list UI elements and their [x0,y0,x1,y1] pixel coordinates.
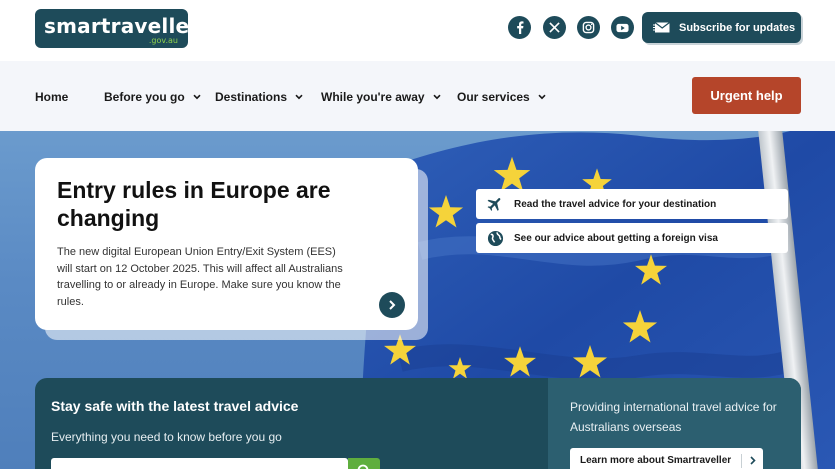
x-icon[interactable] [543,16,566,39]
facebook-icon[interactable] [508,16,531,39]
hero-title: Entry rules in Europe are changing [57,177,331,231]
nav-item-destinations[interactable]: Destinations [215,90,303,104]
about-panel: Providing international travel advice fo… [548,378,801,469]
travel-advice-link[interactable]: Read the travel advice for your destinat… [476,189,788,219]
hero-description: The new digital European Union Entry/Exi… [57,246,343,308]
search-icon [357,464,371,469]
learn-more-button[interactable]: Learn more about Smartraveller [570,448,763,469]
nav-item-label: While you're away [321,90,425,104]
plane-icon [476,195,514,213]
nav-item-home[interactable]: Home [35,90,68,104]
nav-item-label: Destinations [215,90,288,104]
chevron-down-icon [295,94,303,100]
divider [741,453,743,468]
chevron-down-icon [193,94,201,100]
hero-card[interactable]: Entry rules in Europe are changing The n… [35,158,418,330]
nav-item-label: Before you go [104,90,185,104]
logo-domain: .gov.au [148,36,178,45]
nav-item-before-you-go[interactable]: Before you go [104,90,201,104]
search-button[interactable] [348,458,380,469]
nav-item-label: Our services [457,90,530,104]
site-header: smartraveller .gov.au Subscribe for upda… [0,0,835,61]
globe-icon [476,230,514,247]
chevron-right-icon[interactable] [379,292,405,318]
destination-search-input[interactable] [51,458,348,469]
subscribe-label: Subscribe for updates [679,21,796,34]
learn-more-label: Learn more about Smartraveller [580,455,732,466]
chevron-down-icon [432,94,441,100]
youtube-icon[interactable] [611,16,634,39]
panel-subtitle: Everything you need to know before you g… [51,430,282,444]
foreign-visa-link[interactable]: See our advice about getting a foreign v… [476,223,788,253]
nav-item-label: Home [35,90,69,104]
subscribe-button[interactable]: Subscribe for updates [642,12,801,43]
panel-title: Stay safe with the latest travel advice [51,398,299,414]
logo-wordmark: smartraveller [44,14,200,38]
about-text: Providing international travel advice fo… [570,400,777,434]
travel-advice-link-label: Read the travel advice for your destinat… [514,198,717,210]
instagram-icon[interactable] [577,16,600,39]
urgent-help-button[interactable]: Urgent help [692,77,801,114]
main-navigation: Home Before you go Destinations While yo… [0,61,835,131]
nav-item-while-youre-away[interactable]: While you're away [321,90,441,104]
foreign-visa-link-label: See our advice about getting a foreign v… [514,232,718,244]
nav-item-our-services[interactable]: Our services [457,90,546,104]
envelope-icon [653,22,670,33]
smartraveller-logo[interactable]: smartraveller .gov.au [35,9,199,48]
chevron-right-icon [750,456,756,465]
travel-advice-panel: Stay safe with the latest travel advice … [35,378,801,469]
chevron-down-icon [538,94,546,100]
